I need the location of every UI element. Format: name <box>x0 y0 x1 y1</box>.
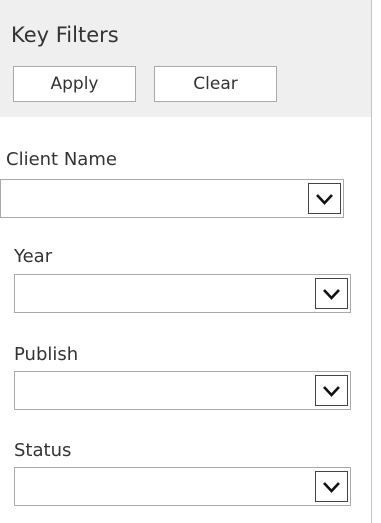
key-filters-panel: Key Filters Apply Clear Client Name Year… <box>0 0 381 523</box>
clear-button[interactable]: Clear <box>154 66 277 102</box>
apply-button[interactable]: Apply <box>13 66 136 102</box>
chevron-down-icon[interactable] <box>315 375 348 406</box>
panel-title: Key Filters <box>11 23 119 47</box>
year-select[interactable] <box>14 274 351 313</box>
filters-header: Key Filters Apply Clear <box>0 0 371 117</box>
status-label: Status <box>14 440 72 461</box>
client-name-select[interactable] <box>0 179 344 218</box>
chevron-down-icon[interactable] <box>308 183 341 214</box>
client-name-label: Client Name <box>6 149 117 170</box>
chevron-down-icon[interactable] <box>315 278 348 309</box>
chevron-down-icon[interactable] <box>315 471 348 502</box>
year-label: Year <box>14 246 53 267</box>
status-select[interactable] <box>14 467 351 506</box>
panel-divider <box>371 0 372 523</box>
publish-select[interactable] <box>14 371 351 410</box>
publish-label: Publish <box>14 344 79 365</box>
